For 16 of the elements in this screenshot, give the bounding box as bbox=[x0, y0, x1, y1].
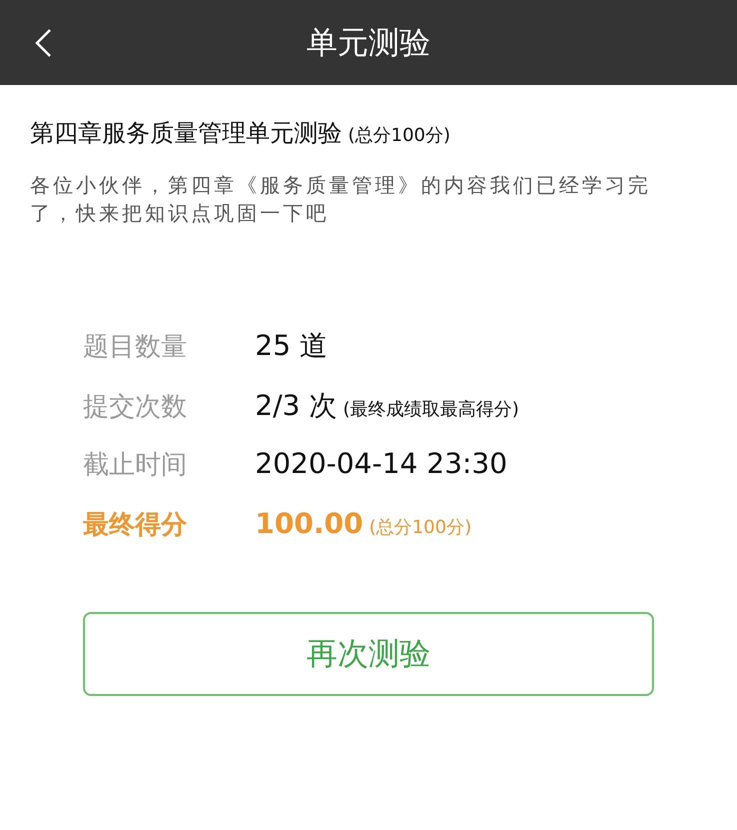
back-icon[interactable] bbox=[34, 28, 52, 58]
info-value: 100.00 bbox=[255, 507, 364, 540]
info-value: 25 道 bbox=[255, 328, 328, 364]
info-label: 最终得分 bbox=[83, 509, 188, 542]
total-score-note: (总分100分) bbox=[348, 124, 450, 147]
quiz-description: 各位小伙伴，第四章《服务质量管理》的内容我们已经学习完了，快来把知识点巩固一下吧 bbox=[30, 172, 652, 227]
info-label: 提交次数 bbox=[83, 391, 188, 424]
page-title: 单元测验 bbox=[306, 24, 430, 62]
quiz-title: 第四章服务质量管理单元测验 bbox=[30, 118, 342, 149]
info-note: (最终成绩取最高得分) bbox=[342, 398, 520, 421]
info-note: (总分100分) bbox=[369, 516, 472, 539]
info-value: 2/3 次 bbox=[255, 388, 337, 424]
retake-quiz-button[interactable]: 再次测验 bbox=[83, 612, 654, 696]
info-value: 2020-04-14 23:30 bbox=[255, 447, 508, 480]
info-label: 题目数量 bbox=[83, 331, 188, 364]
info-label: 截止时间 bbox=[83, 449, 188, 482]
